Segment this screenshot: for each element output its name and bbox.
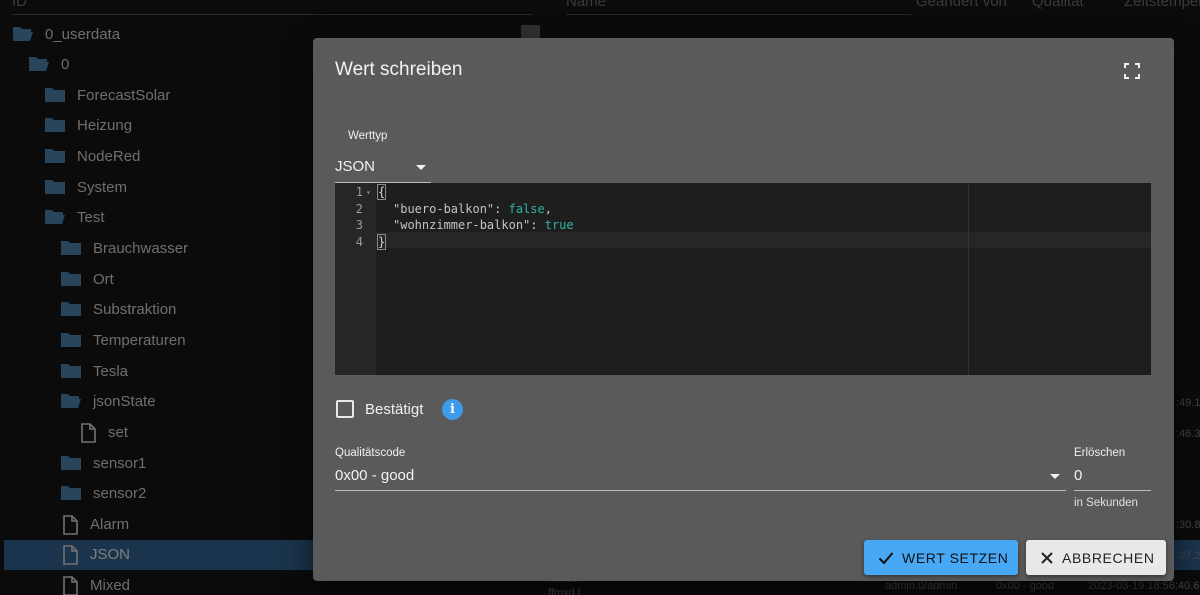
code-line: "buero-balkon": false, — [393, 202, 552, 216]
quality-underline — [335, 490, 1066, 491]
line-number: 1 — [355, 185, 363, 199]
editor-gutter: ▾ 1 2 3 4 — [335, 183, 376, 375]
value-type-value: JSON — [335, 158, 376, 175]
json-editor[interactable]: ▾ 1 2 3 4 { "buero-balkon": false, "wohnzimmer… — [335, 183, 1151, 375]
code-line: } — [376, 233, 387, 250]
cancel-button[interactable]: ABBRECHEN — [1026, 540, 1166, 575]
bracket-token: } — [376, 233, 387, 250]
expire-label: Erlöschen — [1074, 447, 1126, 459]
quality-value: 0x00 - good — [335, 467, 415, 484]
fold-icon[interactable]: ▾ — [366, 188, 371, 197]
expire-input[interactable]: 0 — [1074, 467, 1150, 491]
line-number: 3 — [355, 218, 363, 232]
code-token: false — [508, 201, 545, 216]
code-token: : — [530, 218, 545, 232]
active-line-highlight — [376, 232, 1151, 248]
check-icon — [878, 551, 894, 564]
set-value-label: WERT SETZEN — [902, 549, 1009, 566]
quality-label: Qualitätscode — [335, 447, 406, 459]
value-type-label: Werttyp — [348, 130, 388, 142]
code-token: "buero-balkon" — [393, 201, 495, 216]
set-value-button[interactable]: WERT SETZEN — [864, 540, 1018, 575]
code-token: "wohnzimmer-balkon" — [393, 218, 531, 232]
line-number: 2 — [355, 201, 363, 216]
value-type-select[interactable]: JSON — [335, 158, 431, 182]
dropdown-arrow-icon — [416, 165, 426, 170]
ack-label: Bestätigt — [365, 401, 424, 418]
print-margin — [968, 183, 969, 375]
quality-select[interactable]: 0x00 - good — [335, 467, 1065, 491]
fullscreen-icon[interactable] — [1123, 62, 1141, 80]
expire-underline — [1074, 490, 1151, 491]
info-icon[interactable]: i — [442, 399, 463, 420]
write-value-dialog: Wert schreiben Werttyp JSON ▾ 1 2 3 4 { "buer… — [313, 38, 1174, 581]
close-icon — [1041, 551, 1053, 564]
dropdown-arrow-icon — [1050, 474, 1060, 479]
code-token: , — [544, 201, 552, 216]
code-token: true — [544, 218, 574, 232]
expire-helper-text: in Sekunden — [1074, 497, 1138, 509]
bracket-token: { — [376, 184, 387, 200]
code-line: "wohnzimmer-balkon": true — [393, 218, 574, 232]
line-number: 4 — [355, 234, 363, 249]
ack-checkbox[interactable] — [336, 400, 354, 418]
expire-value: 0 — [1074, 467, 1083, 484]
cancel-label: ABBRECHEN — [1062, 549, 1155, 566]
code-token: : — [494, 201, 509, 216]
dialog-title: Wert schreiben — [335, 59, 463, 80]
code-line: { — [376, 184, 387, 200]
